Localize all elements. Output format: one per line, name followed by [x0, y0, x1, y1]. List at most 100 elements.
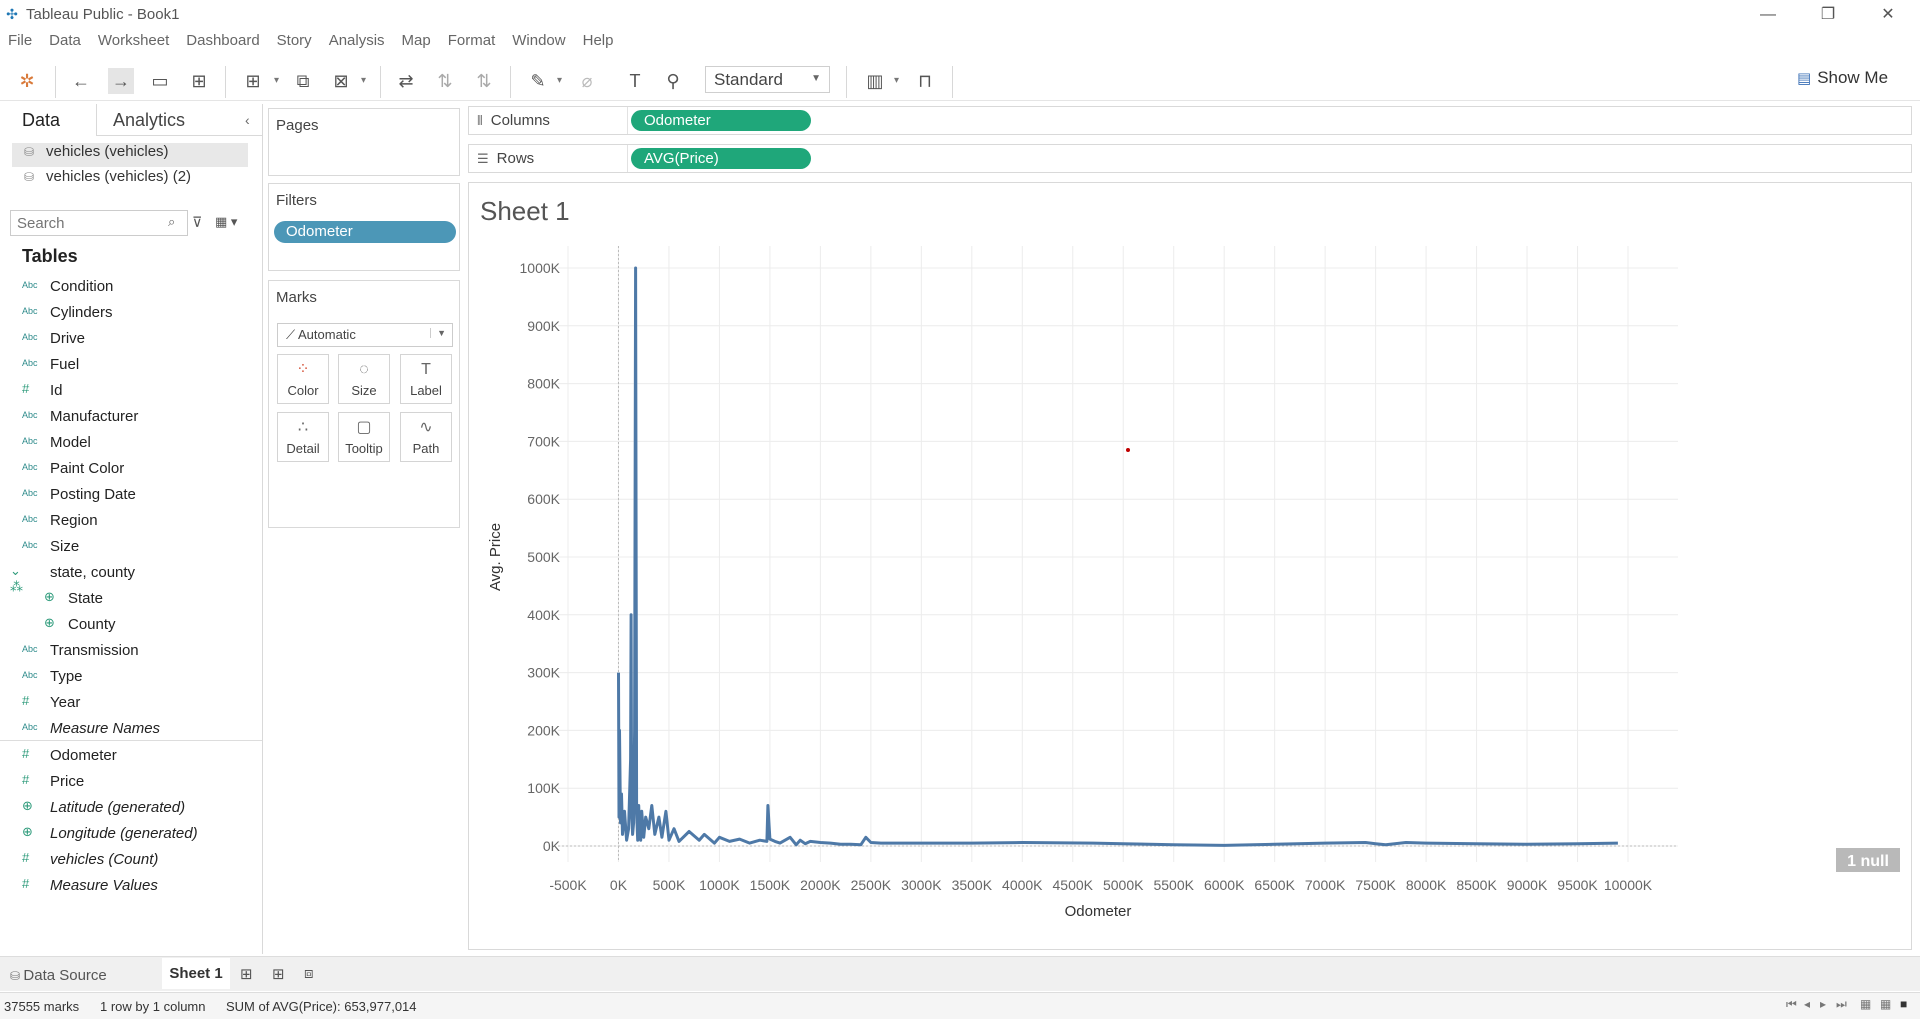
marks-color-button[interactable]: ⁘ Color: [277, 354, 329, 404]
field-item[interactable]: Abc Paint Color: [0, 458, 262, 480]
field-item[interactable]: # Measure Values: [0, 875, 262, 897]
tab-sheet-1[interactable]: Sheet 1: [162, 958, 230, 989]
marks-path-button[interactable]: ∿ Path: [400, 412, 452, 462]
mark-type-dropdown[interactable]: ⟋ Automatic ▼: [277, 323, 453, 347]
filter-pill-odometer[interactable]: Odometer: [274, 221, 456, 243]
tab-data-source[interactable]: ⛁ Data Source: [10, 967, 107, 984]
columns-pill-odometer[interactable]: Odometer: [631, 110, 811, 131]
field-item[interactable]: Abc Size: [0, 536, 262, 558]
search-icon[interactable]: ⌕: [168, 214, 175, 230]
clear-sheet-icon[interactable]: ⊠: [328, 68, 354, 94]
presentation-mode-icon[interactable]: ⊓: [912, 68, 938, 94]
fit-mode-dropdown[interactable]: Standard ▼: [705, 66, 830, 93]
line-chart[interactable]: -500K 0K 500K 1000K 1500K 2000K 2500K 3000K 3500…: [468, 182, 1912, 950]
datasource-item[interactable]: ⛁ vehicles (vehicles) (2): [12, 168, 248, 192]
clear-sheet-dropdown-icon[interactable]: ▾: [361, 68, 366, 94]
line-mark-icon: ⟋: [286, 327, 296, 342]
menu-format[interactable]: Format: [448, 32, 496, 49]
field-item[interactable]: Abc Transmission: [0, 640, 262, 662]
show-mark-labels-icon[interactable]: T: [622, 68, 648, 94]
field-item[interactable]: Abc Cylinders: [0, 302, 262, 324]
field-item[interactable]: # Odometer: [0, 745, 262, 767]
field-item[interactable]: Abc Drive: [0, 328, 262, 350]
tab-analytics-container[interactable]: Analytics: [96, 104, 262, 136]
swap-rows-columns-icon[interactable]: ⇄: [393, 68, 419, 94]
show-sheet-sorter-icon[interactable]: ▦: [1880, 997, 1891, 1011]
field-item[interactable]: # Id: [0, 380, 262, 402]
menu-map[interactable]: Map: [402, 32, 431, 49]
field-item[interactable]: ⊕ Longitude (generated): [0, 823, 262, 845]
field-item[interactable]: Abc Condition: [0, 276, 262, 298]
field-item[interactable]: Abc Measure Names: [0, 718, 262, 740]
new-worksheet-dropdown-icon[interactable]: ▾: [274, 68, 279, 94]
tableau-home-icon[interactable]: ✲: [14, 68, 40, 94]
show-me-button[interactable]: ▤ Show Me: [1797, 68, 1888, 88]
marks-size-button[interactable]: ◌ Size: [338, 354, 390, 404]
columns-shelf[interactable]: ⦀ Columns Odometer: [468, 106, 1912, 135]
rows-shelf[interactable]: ☰ Rows AVG(Price): [468, 144, 1912, 173]
view-options-icon[interactable]: ▦ ▾: [215, 214, 237, 230]
field-item[interactable]: Abc Fuel: [0, 354, 262, 376]
minimize-button[interactable]: —: [1748, 4, 1788, 26]
next-sheet-icon[interactable]: ▸: [1820, 997, 1826, 1011]
menu-window[interactable]: Window: [512, 32, 565, 49]
marks-label-button[interactable]: T Label: [400, 354, 452, 404]
restore-button[interactable]: ❐: [1808, 4, 1848, 26]
first-sheet-icon[interactable]: ⏮: [1786, 997, 1797, 1012]
field-search-input[interactable]: [10, 210, 188, 236]
undo-icon[interactable]: ←: [68, 68, 94, 94]
sort-ascending-icon[interactable]: ⇅: [432, 68, 458, 94]
menu-analysis[interactable]: Analysis: [329, 32, 385, 49]
sort-descending-icon[interactable]: ⇅: [471, 68, 497, 94]
new-dashboard-icon[interactable]: ⊞: [272, 965, 285, 983]
save-icon[interactable]: ▭: [147, 68, 173, 94]
x-tick-label: 6500K: [1254, 877, 1295, 893]
collapse-pane-icon[interactable]: ‹: [245, 112, 250, 128]
show-me-icon: ▤: [1797, 70, 1812, 87]
new-datasource-icon[interactable]: ⊞: [186, 68, 212, 94]
filter-icon[interactable]: ⊽: [192, 214, 202, 231]
menu-worksheet[interactable]: Worksheet: [98, 32, 169, 49]
show-cards-dropdown-icon[interactable]: ▾: [894, 68, 899, 94]
datasource-item[interactable]: ⛁ vehicles (vehicles): [12, 143, 248, 167]
field-item[interactable]: Abc Posting Date: [0, 484, 262, 506]
field-item[interactable]: ⊕ County: [0, 614, 262, 636]
last-sheet-icon[interactable]: ⏭: [1836, 997, 1847, 1012]
x-tick-label: 5500K: [1153, 877, 1194, 893]
highlight-icon[interactable]: ✎: [525, 68, 551, 94]
prev-sheet-icon[interactable]: ◂: [1804, 997, 1810, 1011]
field-item[interactable]: ⊕ Latitude (generated): [0, 797, 262, 819]
menu-data[interactable]: Data: [49, 32, 81, 49]
menu-story[interactable]: Story: [277, 32, 312, 49]
duplicate-sheet-icon[interactable]: ⧉: [290, 68, 316, 94]
field-item[interactable]: Abc Model: [0, 432, 262, 454]
menu-file[interactable]: File: [8, 32, 32, 49]
new-worksheet-icon[interactable]: ⊞: [240, 68, 266, 94]
close-button[interactable]: ✕: [1868, 4, 1908, 26]
field-item[interactable]: Abc Type: [0, 666, 262, 688]
group-members-icon[interactable]: ⌀: [574, 68, 600, 94]
marks-detail-button[interactable]: ∴ Detail: [277, 412, 329, 462]
field-item[interactable]: # Year: [0, 692, 262, 714]
field-item[interactable]: # vehicles (Count): [0, 849, 262, 871]
tab-data[interactable]: Data: [22, 110, 60, 131]
tab-analytics[interactable]: Analytics: [113, 110, 185, 131]
fix-axes-icon[interactable]: ⚲: [660, 68, 686, 94]
field-item[interactable]: Abc Region: [0, 510, 262, 532]
show-tabs-icon[interactable]: ■: [1900, 997, 1907, 1011]
menu-dashboard[interactable]: Dashboard: [186, 32, 259, 49]
field-item[interactable]: ⌄ ⁂ state, county: [0, 562, 262, 594]
redo-icon[interactable]: →: [108, 68, 134, 94]
field-item[interactable]: # Price: [0, 771, 262, 793]
highlight-dropdown-icon[interactable]: ▾: [557, 68, 562, 94]
field-item[interactable]: ⊕ State: [0, 588, 262, 610]
show-cards-icon[interactable]: ▥: [862, 68, 888, 94]
show-filmstrip-icon[interactable]: ▦: [1860, 997, 1871, 1011]
new-story-icon[interactable]: ⧈: [304, 965, 314, 982]
field-item[interactable]: Abc Manufacturer: [0, 406, 262, 428]
rows-pill-avg-price[interactable]: AVG(Price): [631, 148, 811, 169]
pages-card[interactable]: Pages: [268, 108, 460, 176]
menu-help[interactable]: Help: [583, 32, 614, 49]
marks-tooltip-button[interactable]: ▢ Tooltip: [338, 412, 390, 462]
new-worksheet-icon[interactable]: ⊞: [240, 965, 253, 983]
